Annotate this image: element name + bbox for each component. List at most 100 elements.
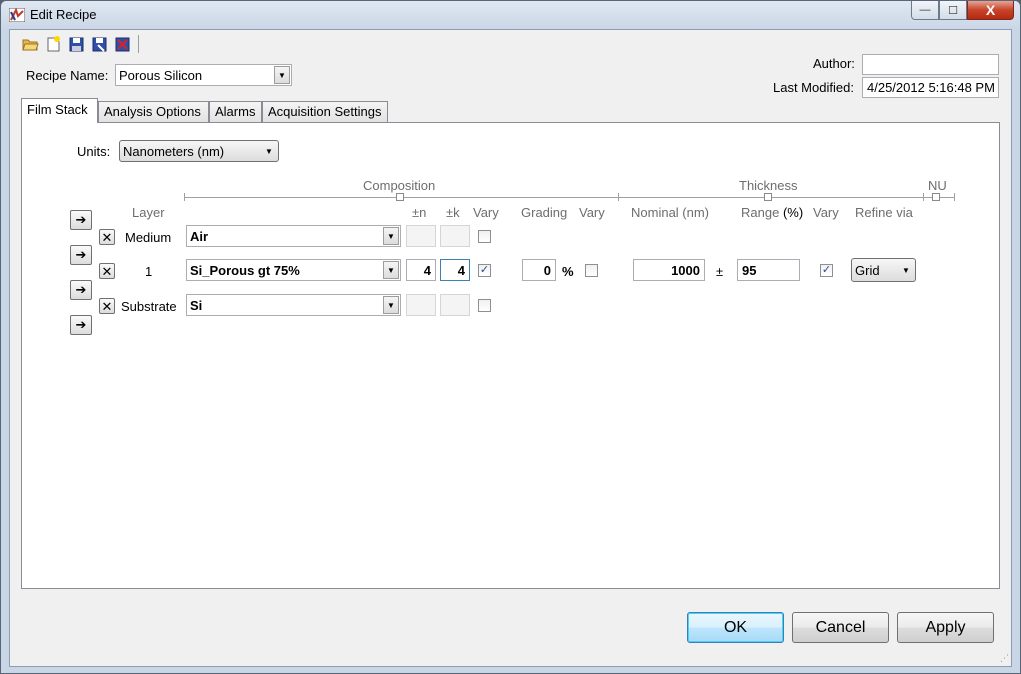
layer-name: Medium — [125, 230, 172, 245]
vary-checkbox[interactable] — [478, 299, 491, 312]
col-thickness-vary: Vary — [813, 205, 839, 220]
col-refine-via: Refine via — [855, 205, 913, 220]
recipe-name-value: Porous Silicon — [119, 68, 203, 83]
range-field[interactable]: 95 — [737, 259, 800, 281]
delete-layer-button[interactable]: ✕ — [99, 298, 115, 314]
recipe-name-combo[interactable]: Porous Silicon ▼ — [115, 64, 292, 86]
nu-collapse-toggle[interactable] — [932, 193, 940, 201]
save-as-icon[interactable] — [89, 35, 109, 53]
resize-grip-icon[interactable]: ⋰ — [1000, 653, 1009, 664]
delete-layer-button[interactable]: ✕ — [99, 229, 115, 245]
grading-field[interactable]: 0 — [522, 259, 556, 281]
window-title: Edit Recipe — [30, 7, 97, 22]
k-field — [440, 225, 470, 247]
composition-collapse-toggle[interactable] — [396, 193, 404, 201]
film-stack-panel: Units: Nanometers (nm) ▼ Composition Thi… — [21, 122, 1000, 589]
thickness-collapse-toggle[interactable] — [764, 193, 772, 201]
chevron-down-icon[interactable]: ▼ — [383, 296, 399, 314]
minimize-button[interactable]: — — [911, 1, 939, 20]
new-recipe-icon[interactable] — [43, 35, 63, 53]
delete-x-icon: ✕ — [101, 298, 113, 314]
insert-layer-button[interactable]: ➔ — [70, 245, 92, 265]
chevron-down-icon: ▼ — [265, 146, 273, 156]
layer-name: Substrate — [121, 299, 177, 314]
n-field — [406, 225, 436, 247]
last-modified-field: 4/25/2012 5:16:48 PM — [862, 77, 999, 98]
insert-arrow-icon: ➔ — [75, 317, 87, 332]
vary-checkbox[interactable]: ✓ — [478, 264, 491, 277]
tab-film-stack[interactable]: Film Stack — [21, 98, 98, 123]
grading-vary-checkbox[interactable] — [585, 264, 598, 277]
delete-x-icon: ✕ — [101, 263, 113, 279]
thickness-header: Thickness — [739, 178, 798, 193]
refine-via-select[interactable]: Grid ▼ — [851, 258, 916, 282]
ok-button[interactable]: OK — [687, 612, 784, 643]
minimize-icon: — — [919, 4, 931, 16]
material-value: Si — [190, 298, 203, 313]
save-icon[interactable] — [66, 35, 86, 53]
maximize-button[interactable]: ☐ — [939, 1, 967, 20]
layer-name: 1 — [145, 264, 153, 279]
material-combo[interactable]: Si ▼ — [186, 294, 401, 316]
tab-acquisition-settings[interactable]: Acquisition Settings — [262, 101, 388, 122]
n-field[interactable]: 4 — [406, 259, 436, 281]
thickness-vary-checkbox[interactable]: ✓ — [820, 264, 833, 277]
k-field — [440, 294, 470, 316]
material-combo[interactable]: Air ▼ — [186, 225, 401, 247]
close-icon: X — [985, 2, 996, 18]
col-range-unit: (%) — [782, 205, 804, 220]
col-range-label: Range — [741, 205, 780, 220]
divider-tick — [184, 193, 185, 201]
insert-arrow-icon: ➔ — [75, 282, 87, 297]
chevron-down-icon: ▼ — [902, 265, 910, 275]
edit-recipe-window: Edit Recipe — ☐ X Recipe Name: Porous Si… — [0, 0, 1021, 674]
col-k: ±k — [446, 205, 460, 220]
col-grading: Grading — [521, 205, 568, 220]
delete-recipe-icon[interactable] — [112, 35, 132, 53]
recipe-name-label: Recipe Name: — [26, 68, 109, 83]
grading-unit: % — [562, 264, 574, 279]
col-vary: Vary — [473, 205, 499, 220]
col-grading-vary: Vary — [579, 205, 605, 220]
col-nominal: Nominal (nm) — [631, 205, 710, 220]
chevron-down-icon[interactable]: ▼ — [274, 66, 290, 84]
divider-tick — [954, 193, 955, 201]
insert-layer-button[interactable]: ➔ — [70, 210, 92, 230]
insert-arrow-icon: ➔ — [75, 247, 87, 262]
insert-layer-button[interactable]: ➔ — [70, 280, 92, 300]
chevron-down-icon[interactable]: ▼ — [383, 227, 399, 245]
tab-analysis-options[interactable]: Analysis Options — [98, 101, 209, 122]
tab-alarms[interactable]: Alarms — [209, 101, 262, 122]
vary-checkbox[interactable] — [478, 230, 491, 243]
col-layer: Layer — [132, 205, 165, 220]
refine-via-value: Grid — [855, 263, 880, 278]
author-field[interactable] — [862, 54, 999, 75]
nominal-field[interactable]: 1000 — [633, 259, 705, 281]
delete-layer-button[interactable]: ✕ — [99, 263, 115, 279]
dialog-client: Recipe Name: Porous Silicon ▼ Author: La… — [9, 29, 1012, 667]
insert-layer-button[interactable]: ➔ — [70, 315, 92, 335]
material-value: Air — [190, 229, 209, 244]
app-icon — [9, 8, 25, 22]
close-button[interactable]: X — [967, 1, 1014, 20]
author-label: Author: — [813, 56, 855, 71]
checkmark-icon: ✓ — [821, 264, 832, 276]
nu-header: NU — [928, 178, 947, 193]
composition-header: Composition — [363, 178, 436, 193]
units-value: Nanometers (nm) — [123, 144, 225, 159]
material-value: Si_Porous gt 75% — [190, 263, 300, 278]
last-modified-label: Last Modified: — [773, 80, 854, 95]
maximize-icon: ☐ — [948, 4, 958, 17]
apply-button[interactable]: Apply — [897, 612, 994, 643]
col-range: Range (%) — [741, 205, 803, 220]
k-field[interactable]: 4 — [440, 259, 470, 281]
cancel-button[interactable]: Cancel — [792, 612, 889, 643]
toolbar — [20, 34, 139, 54]
title-bar[interactable]: Edit Recipe — ☐ X — [1, 1, 1020, 29]
checkmark-icon: ✓ — [479, 264, 490, 276]
units-select[interactable]: Nanometers (nm) ▼ — [119, 140, 279, 162]
insert-arrow-icon: ➔ — [75, 212, 87, 227]
open-folder-icon[interactable] — [20, 35, 40, 53]
chevron-down-icon[interactable]: ▼ — [383, 261, 399, 279]
material-combo[interactable]: Si_Porous gt 75% ▼ — [186, 259, 401, 281]
